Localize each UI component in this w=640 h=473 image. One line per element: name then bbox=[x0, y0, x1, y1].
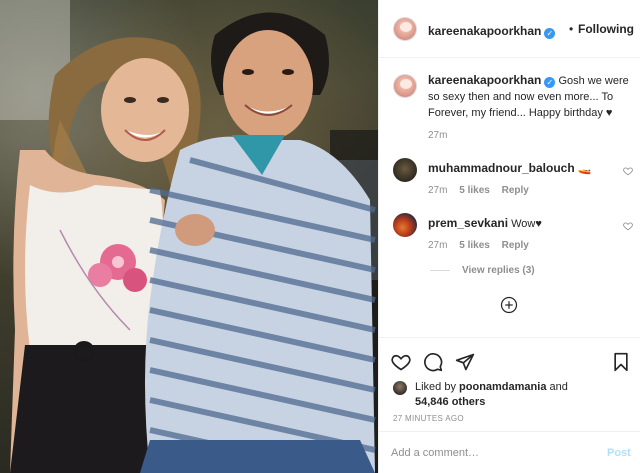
post-comment-button[interactable]: Post bbox=[607, 447, 631, 459]
comment-meta: 27m 5 likes Reply bbox=[428, 185, 538, 196]
post-photo[interactable] bbox=[0, 0, 378, 473]
caption-author-avatar[interactable] bbox=[393, 74, 417, 98]
verified-badge-icon: ✓ bbox=[544, 77, 556, 88]
view-replies-button[interactable]: View replies (3) bbox=[462, 265, 535, 276]
post-header: kareenakapoorkhan ✓ • Following bbox=[379, 0, 640, 58]
likes-count[interactable]: 54,846 others bbox=[415, 396, 485, 408]
comment-time[interactable]: 27m bbox=[428, 240, 447, 251]
plus-circle-icon[interactable] bbox=[500, 296, 518, 314]
comment-time[interactable]: 27m bbox=[428, 185, 447, 196]
comment-meta: 27m 5 likes Reply bbox=[428, 240, 538, 251]
view-replies-divider bbox=[430, 270, 450, 271]
liked-by-prefix: Liked by bbox=[415, 381, 460, 393]
comment-input[interactable] bbox=[391, 442, 581, 464]
caption-text-block: kareenakapoorkhan ✓ Gosh we were so sexy … bbox=[428, 72, 636, 121]
photo-illustration bbox=[0, 0, 378, 473]
bookmark-icon[interactable] bbox=[611, 352, 631, 372]
heart-icon[interactable] bbox=[623, 221, 633, 231]
comment-text: 🚤 bbox=[577, 163, 592, 175]
comment-icon[interactable] bbox=[423, 352, 443, 372]
header-separator: • bbox=[569, 22, 574, 36]
caption-author-username[interactable]: kareenakapoorkhan bbox=[428, 73, 541, 87]
author-username[interactable]: kareenakapoorkhan bbox=[428, 24, 541, 38]
comment-likes[interactable]: 5 likes bbox=[459, 185, 490, 196]
comment-reply-button[interactable]: Reply bbox=[502, 185, 529, 196]
comment-text: Wow♥ bbox=[511, 218, 542, 230]
liked-by-username[interactable]: poonamdamania bbox=[459, 381, 546, 393]
author-username-row[interactable]: kareenakapoorkhan ✓ bbox=[428, 22, 556, 40]
post-timestamp: 27 MINUTES AGO bbox=[393, 414, 464, 423]
liked-by-avatar[interactable] bbox=[393, 381, 407, 395]
liked-by-connector: and bbox=[546, 381, 568, 393]
comment-body: muhammadnour_balouch 🚤 bbox=[428, 161, 591, 175]
verified-badge-icon: ✓ bbox=[544, 28, 556, 39]
comment-likes[interactable]: 5 likes bbox=[459, 240, 490, 251]
comment-avatar[interactable] bbox=[393, 213, 417, 237]
author-avatar[interactable] bbox=[393, 17, 417, 41]
liked-by-text: Liked by poonamdamania and 54,846 others bbox=[415, 380, 615, 410]
heart-icon[interactable] bbox=[623, 166, 633, 176]
comment-body: prem_sevkani Wow♥ bbox=[428, 216, 542, 230]
comment-username[interactable]: prem_sevkani bbox=[428, 216, 508, 230]
caption-time[interactable]: 27m bbox=[428, 130, 447, 141]
comment-username[interactable]: muhammadnour_balouch bbox=[428, 161, 575, 175]
share-icon[interactable] bbox=[455, 352, 475, 372]
post-side-panel: kareenakapoorkhan ✓ • Following kareenaka… bbox=[378, 0, 640, 473]
heart-icon[interactable] bbox=[391, 352, 411, 372]
comment-reply-button[interactable]: Reply bbox=[502, 240, 529, 251]
comment-avatar[interactable] bbox=[393, 158, 417, 182]
add-comment-bar: Post bbox=[379, 431, 640, 473]
following-button[interactable]: Following bbox=[578, 22, 634, 36]
